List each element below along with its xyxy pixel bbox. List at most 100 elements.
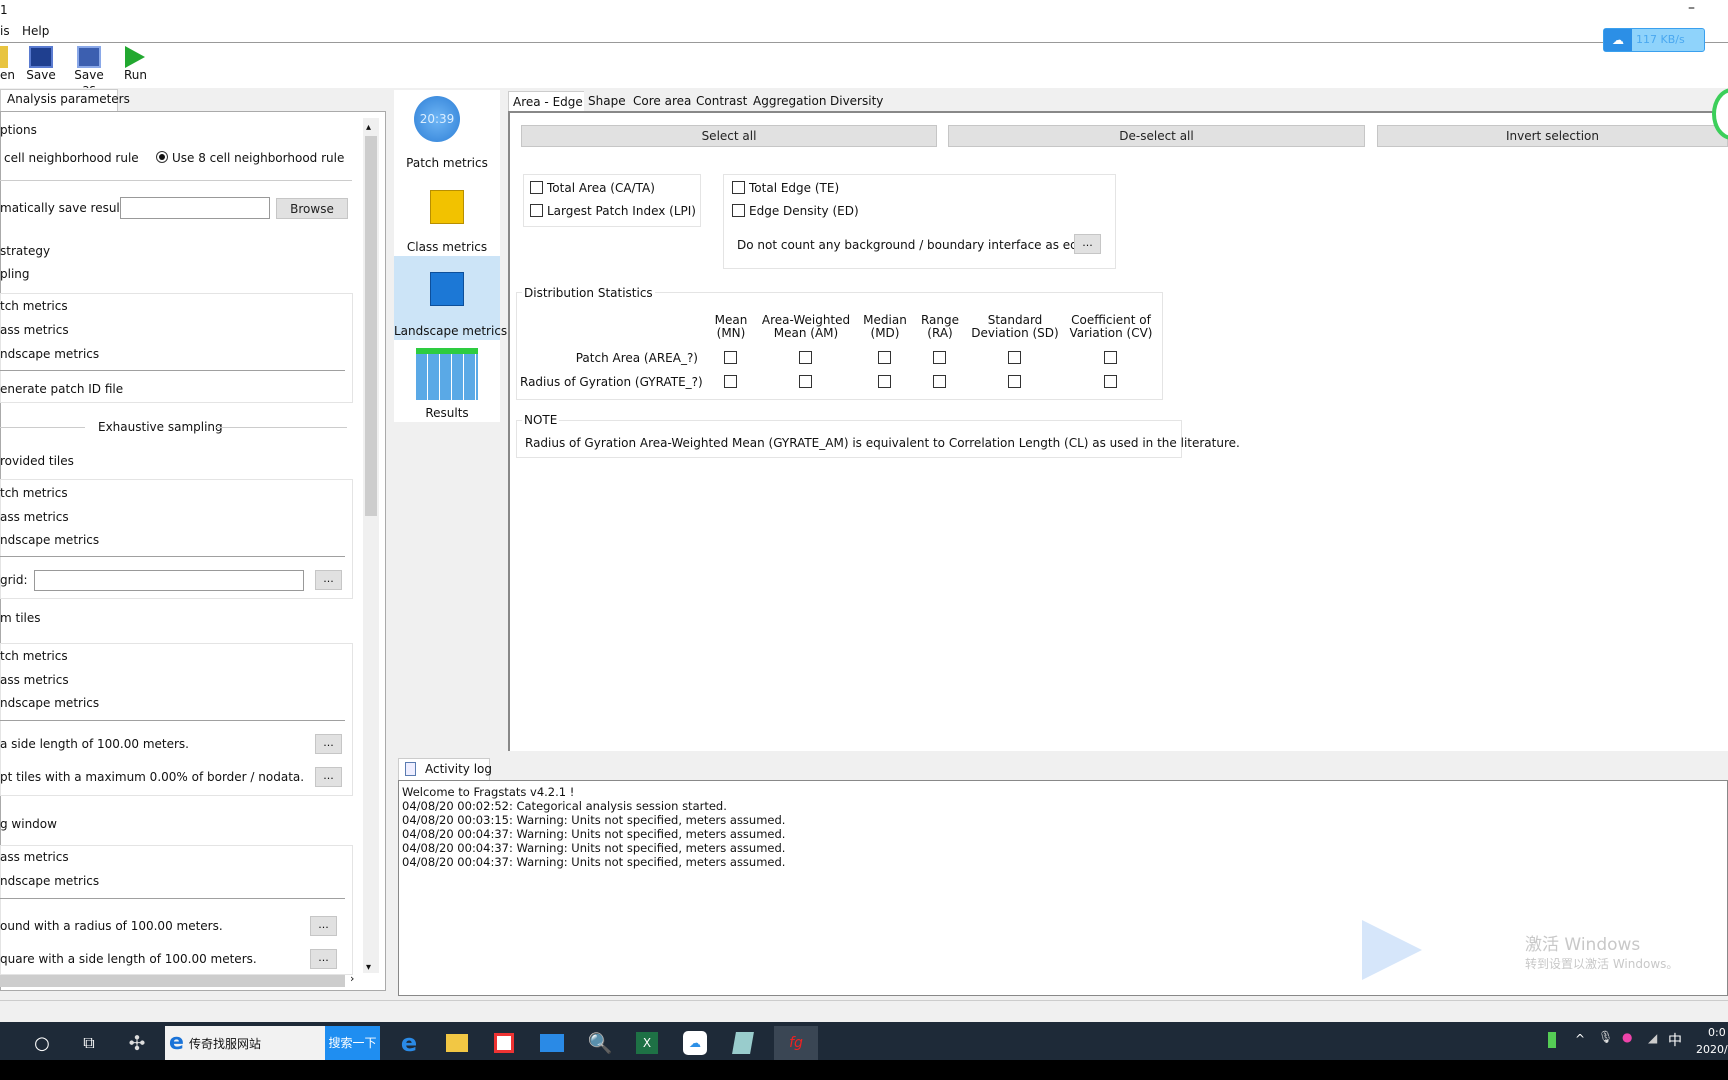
mail-icon[interactable]	[540, 1034, 564, 1052]
total-area-checkbox[interactable]	[530, 181, 543, 194]
run-button[interactable]: Run	[124, 46, 147, 82]
excel-icon[interactable]: X	[636, 1032, 658, 1054]
square-window-button[interactable]: ...	[310, 949, 337, 969]
tab-shape[interactable]: Shape	[584, 91, 630, 111]
square-window-option[interactable]: quare with a side length of 100.00 meter…	[0, 952, 257, 966]
rule8-radio-label[interactable]: Use 8 cell neighborhood rule	[172, 151, 344, 165]
tiles-landscape-metrics[interactable]: ndscape metrics	[0, 533, 99, 547]
taskbar-search-box[interactable]: e 传奇找服网站	[165, 1026, 325, 1060]
accept-tiles-button[interactable]: ...	[315, 767, 342, 787]
qq-icon[interactable]: ●	[1622, 1030, 1632, 1044]
tab-diversity[interactable]: Diversity	[826, 91, 888, 111]
tab-area-edge[interactable]: Area - Edge	[508, 91, 588, 111]
tab-activity-log[interactable]: Activity log	[398, 758, 492, 780]
fragstats-taskbar-icon[interactable]: fg	[774, 1026, 818, 1060]
tiles-class-metrics[interactable]: ass metrics	[0, 510, 69, 524]
search-button[interactable]: 搜索一下	[325, 1026, 380, 1060]
vertical-scrollbar[interactable]: ▴ ▾	[363, 118, 379, 973]
microphone-icon[interactable]: 🎙	[1598, 1030, 1613, 1044]
store-icon[interactable]	[494, 1033, 514, 1053]
tab-analysis-parameters[interactable]: Analysis parameters	[0, 89, 130, 111]
tiles-patch-metrics[interactable]: tch metrics	[0, 486, 68, 500]
round-window-button[interactable]: ...	[310, 916, 337, 936]
notes-app-icon[interactable]	[732, 1032, 754, 1054]
window-class-metrics[interactable]: ass metrics	[0, 850, 69, 864]
uniform-landscape-metrics[interactable]: ndscape metrics	[0, 696, 99, 710]
menu-analysis[interactable]: is	[0, 24, 10, 38]
total-area-label[interactable]: Total Area (CA/TA)	[547, 181, 655, 195]
edge-density-checkbox[interactable]	[732, 204, 745, 217]
distribution-checkbox[interactable]	[724, 375, 737, 388]
nav-class-metrics[interactable]: Class metrics	[394, 172, 500, 256]
note-title: NOTE	[522, 413, 560, 427]
nav-patch-metrics[interactable]: 20:39 Patch metrics	[394, 90, 500, 172]
baidu-netdisk-icon[interactable]: ☁	[683, 1031, 707, 1055]
uniform-patch-metrics[interactable]: tch metrics	[0, 649, 68, 663]
task-view-icon[interactable]: ⧉	[72, 1026, 106, 1060]
moving-window-label[interactable]: g window	[0, 817, 57, 831]
horizontal-scrollbar[interactable]	[0, 973, 345, 987]
lpi-label[interactable]: Largest Patch Index (LPI)	[547, 204, 696, 218]
network-speed-widget[interactable]: ☁ 117 KB/s	[1603, 28, 1705, 52]
activation-watermark-title: 激活 Windows	[1525, 935, 1641, 955]
provided-tiles-label[interactable]: rovided tiles	[0, 454, 74, 468]
distribution-checkbox[interactable]	[799, 375, 812, 388]
total-edge-checkbox[interactable]	[732, 181, 745, 194]
distribution-checkbox[interactable]	[799, 351, 812, 364]
uniform-class-metrics[interactable]: ass metrics	[0, 673, 69, 687]
select-all-button[interactable]: Select all	[521, 125, 937, 147]
distribution-checkbox[interactable]	[933, 351, 946, 364]
fan-app-icon[interactable]: ✣	[120, 1026, 154, 1060]
distribution-checkbox[interactable]	[878, 375, 891, 388]
battery-app-icon[interactable]	[1548, 1032, 1556, 1048]
nav-results[interactable]: Results	[394, 340, 500, 422]
open-label: en	[0, 68, 15, 82]
tab-aggregation[interactable]: Aggregation	[749, 91, 831, 111]
tab-core-area[interactable]: Core area	[629, 91, 696, 111]
window-landscape-metrics[interactable]: ndscape metrics	[0, 874, 99, 888]
scrollbar-thumb[interactable]	[365, 136, 377, 516]
clock-time[interactable]: 0:0	[1708, 1026, 1726, 1039]
ime-indicator[interactable]: 中	[1668, 1030, 1682, 1050]
save-button[interactable]: Save	[26, 46, 56, 82]
invert-selection-button[interactable]: Invert selection	[1377, 125, 1728, 147]
autosave-path-input[interactable]	[120, 197, 270, 219]
total-edge-label[interactable]: Total Edge (TE)	[749, 181, 839, 195]
file-explorer-icon[interactable]	[446, 1034, 468, 1052]
rule8-radio[interactable]	[156, 151, 168, 163]
rule4-radio-label[interactable]: cell neighborhood rule	[4, 151, 139, 165]
distribution-checkbox[interactable]	[878, 351, 891, 364]
deselect-all-button[interactable]: De-select all	[948, 125, 1365, 147]
sampling-class-metrics[interactable]: ass metrics	[0, 323, 69, 337]
distribution-checkbox[interactable]	[933, 375, 946, 388]
generate-patch-id-option[interactable]: enerate patch ID file	[0, 382, 123, 396]
distribution-checkbox[interactable]	[1008, 351, 1021, 364]
minimize-button[interactable]: –	[1688, 0, 1695, 16]
wifi-icon[interactable]: ◢	[1648, 1031, 1657, 1045]
uniform-tiles-label[interactable]: m tiles	[0, 611, 41, 625]
edge-icon[interactable]: e	[392, 1026, 426, 1060]
sampling-landscape-metrics[interactable]: ndscape metrics	[0, 347, 99, 361]
log-line: 04/08/20 00:04:37: Warning: Units not sp…	[402, 827, 786, 841]
tray-expand-icon[interactable]: ^	[1575, 1032, 1585, 1046]
cortana-icon[interactable]: ○	[25, 1026, 59, 1060]
edge-density-label[interactable]: Edge Density (ED)	[749, 204, 859, 218]
tile-side-button[interactable]: ...	[315, 734, 342, 754]
open-button[interactable]: en	[0, 46, 15, 82]
grid-browse-button[interactable]: ...	[315, 570, 342, 590]
distribution-checkbox[interactable]	[724, 351, 737, 364]
edge-options-button[interactable]: ...	[1074, 234, 1101, 254]
browse-button[interactable]: Browse	[276, 198, 348, 219]
search-app-icon[interactable]: 🔍	[583, 1026, 617, 1060]
nav-landscape-metrics[interactable]: Landscape metrics	[394, 256, 507, 340]
distribution-checkbox[interactable]	[1104, 351, 1117, 364]
tab-contrast[interactable]: Contrast	[692, 91, 752, 111]
grid-input[interactable]	[34, 570, 304, 591]
lpi-checkbox[interactable]	[530, 204, 543, 217]
menu-help[interactable]: Help	[22, 24, 49, 38]
distribution-checkbox[interactable]	[1008, 375, 1021, 388]
sampling-patch-metrics[interactable]: tch metrics	[0, 299, 68, 313]
round-window-option[interactable]: ound with a radius of 100.00 meters.	[0, 919, 223, 933]
clock-date[interactable]: 2020/	[1696, 1043, 1728, 1056]
distribution-checkbox[interactable]	[1104, 375, 1117, 388]
